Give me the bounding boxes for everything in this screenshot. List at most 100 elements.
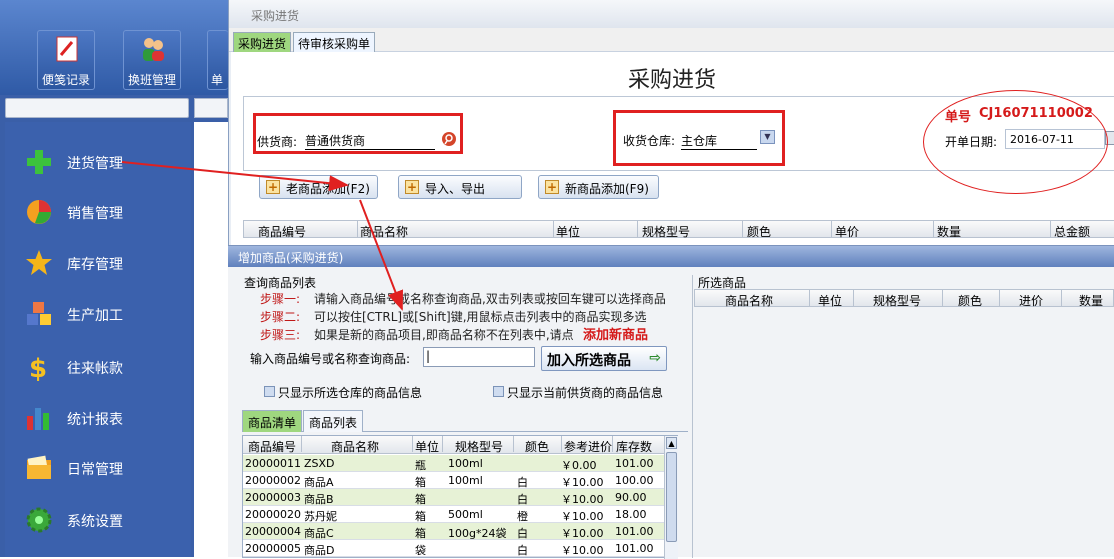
old-product-add-button[interactable]: + 老商品添加(F2) [259,175,378,199]
header-cell: 进价 [1019,294,1044,308]
annotation-box-warehouse [613,110,785,166]
menu-item-sales[interactable]: 销售管理 [25,194,195,230]
table-cell: 箱 [415,527,426,540]
search-label: 输入商品编号或名称查询商品: [250,352,411,366]
table-cell: 20000020 [245,508,301,521]
grid-header-cell: 商品编号 [258,225,307,239]
notes-button[interactable]: 便笺记录 [37,30,95,90]
header-cell: 参考进价 [564,440,613,454]
step1-text: 请输入商品编号或名称查询商品,双击列表或按回车键可以选择商品 [314,292,666,306]
scroll-thumb[interactable] [666,452,677,542]
tab-purchase[interactable]: 采购进货 [233,32,292,52]
menu-item-inventory[interactable]: 库存管理 [25,245,195,281]
notes-label: 便笺记录 [41,73,90,87]
add-product-dialog: 增加商品(采购进货) 查询商品列表 步骤一: 请输入商品编号或名称查询商品,双击… [228,245,1114,559]
notepad-icon [56,36,78,62]
new-product-add-label: 新商品添加(F9) [565,182,649,196]
menu-item-settings[interactable]: 系统设置 [25,502,195,538]
doc-button[interactable]: 单 [207,30,228,90]
menu-item-daily[interactable]: 日常管理 [25,450,195,486]
tab-product-list[interactable]: 商品列表 [303,410,364,432]
header-cell: 颜色 [525,440,550,454]
table-cell: 箱 [415,510,426,523]
plus-icon: + [405,180,419,194]
tab-product-sheet[interactable]: 商品清单 [242,410,303,432]
checkbox-label: 只显示当前供货商的商品信息 [507,386,664,400]
header-cell: 单位 [415,440,440,454]
header-cell: 颜色 [958,294,983,308]
table-cell: ￥10.00 [561,510,604,523]
product-subtabs: 商品清单 商品列表 [242,410,688,432]
table-row[interactable]: 20000002 商品A 箱 100ml 白 ￥10.00 100.00 [243,472,664,489]
header-cell: 商品名称 [725,294,774,308]
product-list-table: 商品编号 商品名称 单位 规格型号 颜色 参考进价 库存数 20000011 ZS… [242,435,678,559]
plus-icon: + [266,180,280,194]
table-cell: 商品D [304,544,335,557]
new-product-add-button[interactable]: + 新商品添加(F9) [538,175,659,199]
table-cell: 袋 [415,544,426,557]
window-tabs: 采购进货 待审核采购单 [229,28,1114,52]
plus-icon [27,150,51,174]
table-cell: 100.00 [615,474,654,487]
table-cell: ZSXD [304,457,335,470]
table-cell: 苏丹妮 [304,510,337,523]
grid-header-cell: 颜色 [747,225,772,239]
menu-label: 系统设置 [67,514,123,530]
header-cell: 数量 [1079,294,1104,308]
menu-item-production[interactable]: 生产加工 [25,296,195,332]
table-row[interactable]: 20000005 商品D 袋 白 ￥10.00 101.00 [243,540,664,557]
checkbox-current-supplier[interactable] [493,386,504,397]
table-cell: 20000003 [245,491,301,504]
left-search-box[interactable] [5,98,189,118]
grid-header-cell: 单位 [556,225,581,239]
bar-chart-icon [27,408,49,430]
menu-label: 日常管理 [67,462,123,478]
checkbox-selected-warehouse[interactable] [264,386,275,397]
shift-button[interactable]: 换班管理 [123,30,181,90]
doc-label: 单 [211,73,224,87]
product-search-input[interactable]: | [423,347,535,367]
table-cell: 商品C [304,527,334,540]
table-row[interactable]: 20000011 ZSXD 瓶 100ml ￥0.00 101.00 [243,455,664,472]
selected-products-panel [692,275,1114,558]
table-cell: 20000004 [245,525,301,538]
menu-item-accounts[interactable]: $ 往来帐款 [25,349,195,385]
step2-text: 可以按住[CTRL]或[Shift]键,用鼠标点击列表中的商品实现多选 [314,310,647,324]
step2-key: 步骤二: [260,310,301,324]
scroll-up-icon[interactable]: ▲ [666,437,677,449]
table-cell: 商品A [304,476,334,489]
menu-item-purchase[interactable]: 进货管理 [25,144,195,180]
step3-text: 如果是新的商品项目,即商品名称不在列表中,请点 [314,328,574,342]
query-group-label: 查询商品列表 [244,276,317,290]
table-row[interactable]: 20000003 商品B 箱 白 ￥10.00 90.00 [243,489,664,506]
left-search-box-2[interactable] [194,98,228,118]
product-list-header: 商品编号 商品名称 单位 规格型号 颜色 参考进价 库存数 [243,436,664,454]
table-cell: 橙 [517,510,528,523]
table-row[interactable]: 20000020 苏丹妮 箱 500ml 橙 ￥10.00 18.00 [243,506,664,523]
table-cell: ￥10.00 [561,476,604,489]
table-cell: 500ml [448,508,483,521]
table-cell: ￥10.00 [561,527,604,540]
menu-item-reports[interactable]: 统计报表 [25,400,195,436]
grid-header-cell: 单价 [835,225,860,239]
dollar-icon: $ [29,354,47,381]
add-new-product-link[interactable]: 添加新商品 [583,324,648,343]
old-product-add-label: 老商品添加(F2) [286,182,370,196]
step3-key: 步骤三: [260,328,301,342]
selected-products-header: 商品名称 单位 规格型号 颜色 进价 数量 [694,289,1114,308]
arrow-right-icon: ⇨ [649,350,661,366]
header-cell: 规格型号 [455,440,504,454]
window-title-bar: 采购进货 [229,0,1114,28]
table-cell: 白 [517,527,528,540]
tab-pending-review[interactable]: 待审核采购单 [293,32,376,52]
table-cell: 101.00 [615,525,654,538]
import-export-button[interactable]: + 导入、导出 [398,175,522,199]
add-selected-button[interactable]: 加入所选商品 ⇨ [541,346,667,371]
vertical-scrollbar[interactable]: ▲ [664,436,678,559]
header-cell: 商品名称 [331,440,380,454]
annotation-box-supplier [253,113,463,154]
table-row[interactable]: 20000004 商品C 箱 100g*24袋白 ￥10.00 101.00 [243,523,664,540]
dialog-title: 增加商品(采购进货) [238,251,344,265]
people-icon [143,38,164,61]
dialog-title-bar: 增加商品(采购进货) [228,246,1114,267]
